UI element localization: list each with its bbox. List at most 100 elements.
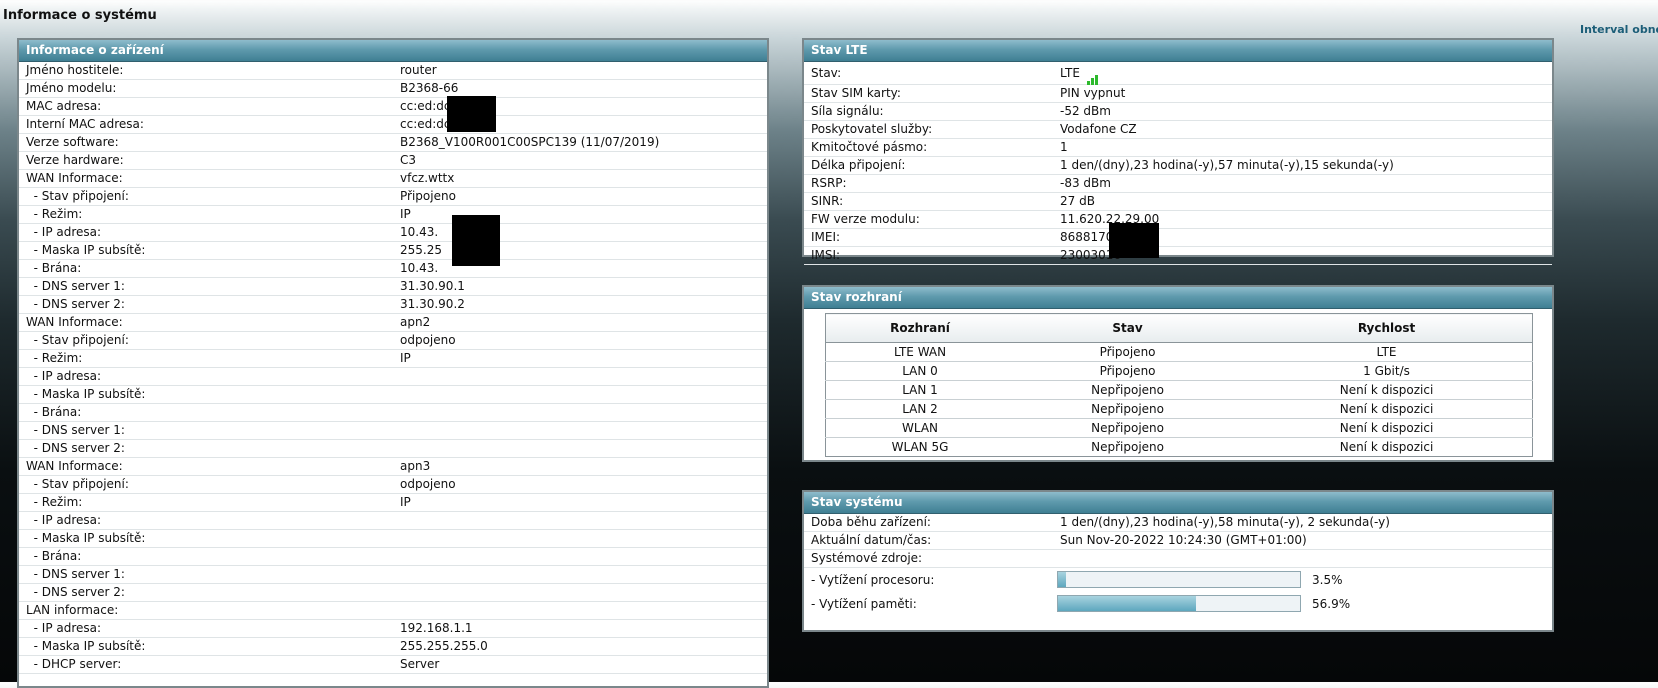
device-info-row: Jméno hostitele: router: [19, 62, 767, 80]
device-info-label: - DNS server 1:: [26, 279, 125, 293]
device-info-value: IP: [400, 351, 411, 365]
lte-status-value: -52 dBm: [1060, 104, 1111, 118]
device-info-row: - IP adresa:: [19, 512, 767, 530]
interface-row: LAN 0 Připojeno 1 Gbit/s: [825, 361, 1533, 381]
device-info-value: apn3: [400, 459, 431, 473]
device-info-label: - Režim:: [26, 351, 83, 365]
device-info-row: - IP adresa: 192.168.1.1: [19, 620, 767, 638]
device-info-label: Interní MAC adresa:: [26, 117, 144, 131]
device-info-row: - DNS server 2:: [19, 440, 767, 458]
device-info-row: Jméno modelu: B2368-66: [19, 80, 767, 98]
device-info-label: Jméno hostitele:: [26, 63, 124, 77]
device-info-label: - Maska IP subsítě:: [26, 639, 146, 653]
system-status-panel: Stav systému Doba běhu zařízení: 1 den/(d…: [802, 490, 1554, 632]
interface-cell: LAN 2: [825, 399, 1015, 419]
lte-status-value: -83 dBm: [1060, 176, 1111, 190]
device-info-row: - IP adresa: 10.43.: [19, 224, 767, 242]
device-info-label: Jméno modelu:: [26, 81, 117, 95]
device-info-row: - DNS server 1:: [19, 566, 767, 584]
device-info-label: MAC adresa:: [26, 99, 102, 113]
column-header-interface: Rozhraní: [825, 313, 1015, 343]
lte-status-label: Kmitočtové pásmo:: [811, 140, 928, 154]
lte-status-value: 27 dB: [1060, 194, 1095, 208]
speed-cell: Není k dispozici: [1241, 418, 1533, 438]
device-info-value: 255.25: [400, 243, 442, 257]
interface-row: LAN 2 Nepřipojeno Není k dispozici: [825, 399, 1533, 419]
device-info-label: - Maska IP subsítě:: [26, 531, 146, 545]
device-info-label: - Režim:: [26, 207, 83, 221]
device-info-label: - Brána:: [26, 549, 82, 563]
device-info-row: - Maska IP subsítě: 255.25: [19, 242, 767, 260]
system-status-header: Stav systému: [804, 492, 1552, 514]
memory-usage-label: - Vytížení paměti:: [811, 597, 917, 611]
lte-status-row: RSRP: -83 dBm: [804, 175, 1552, 193]
device-info-row: - DNS server 2: 31.30.90.2: [19, 296, 767, 314]
cpu-usage-label: - Vytížení procesoru:: [811, 573, 935, 587]
device-info-value: Server: [400, 657, 440, 671]
device-info-row: - DNS server 1:: [19, 422, 767, 440]
device-info-row: - DNS server 1: 31.30.90.1: [19, 278, 767, 296]
device-info-value: B2368-66: [400, 81, 459, 95]
interface-cell: WLAN 5G: [825, 437, 1015, 457]
speed-cell: 1 Gbit/s: [1241, 361, 1533, 381]
column-header-speed: Rychlost: [1241, 313, 1533, 343]
device-info-row: - Brána:: [19, 404, 767, 422]
lte-status-label: IMSI:: [811, 248, 841, 262]
device-info-header: Informace o zařízení: [19, 40, 767, 62]
device-info-label: LAN informace:: [26, 603, 119, 617]
device-info-row: - DNS server 2:: [19, 584, 767, 602]
lte-status-row: SINR: 27 dB: [804, 193, 1552, 211]
lte-status-row: Kmitočtové pásmo: 1: [804, 139, 1552, 157]
device-info-panel: Informace o zařízení Jméno hostitele: rou…: [17, 38, 769, 688]
speed-cell: Není k dispozici: [1241, 399, 1533, 419]
device-info-label: - Režim:: [26, 495, 83, 509]
status-cell: Nepřipojeno: [1014, 399, 1242, 419]
device-info-label: - Brána:: [26, 405, 82, 419]
lte-status-panel: Stav LTE Stav: LTE Stav SIM karty: PIN vypn…: [802, 38, 1554, 265]
interface-table-body: LTE WAN Připojeno LTE LAN 0 Připojeno 1 Gbit/…: [825, 342, 1533, 457]
device-info-label: - Stav připojení:: [26, 189, 129, 203]
system-status-rows: Doba běhu zařízení: 1 den/(dny),23 hodina…: [804, 514, 1552, 568]
device-info-row: - Režim: IP: [19, 350, 767, 368]
device-info-row: WAN Informace: apn2: [19, 314, 767, 332]
device-info-value: IP: [400, 495, 411, 509]
cpu-usage-bar: [1057, 571, 1301, 588]
device-info-value: Připojeno: [400, 189, 456, 203]
interface-row: LTE WAN Připojeno LTE: [825, 342, 1533, 362]
device-info-label: - Brána:: [26, 261, 82, 275]
lte-status-row: FW verze modulu: 11.620.22.29.00: [804, 211, 1552, 229]
redaction-mac: [447, 96, 496, 132]
device-info-row: - Maska IP subsítě: 255.255.255.0: [19, 638, 767, 656]
system-status-row: Doba běhu zařízení: 1 den/(dny),23 hodina…: [804, 514, 1552, 532]
system-status-value: 1 den/(dny),23 hodina(-y),58 minuta(-y),…: [1060, 515, 1390, 529]
interface-cell: LTE WAN: [825, 342, 1015, 362]
interface-status-header: Stav rozhraní: [804, 287, 1552, 309]
interface-status-panel: Stav rozhraní Rozhraní Stav Rychlost LTE…: [802, 285, 1554, 462]
device-info-value: 31.30.90.2: [400, 297, 465, 311]
device-info-label: Verze software:: [26, 135, 119, 149]
device-info-label: - IP adresa:: [26, 369, 102, 383]
lte-status-row: IMSI: 23003016: [804, 247, 1552, 265]
device-info-value: 255.255.255.0: [400, 639, 488, 653]
memory-usage-row: - Vytížení paměti: 56.9%: [804, 592, 1552, 616]
device-info-label: WAN Informace:: [26, 459, 123, 473]
lte-status-value: Vodafone CZ: [1060, 122, 1137, 136]
lte-status-label: FW verze modulu:: [811, 212, 920, 226]
speed-cell: Není k dispozici: [1241, 380, 1533, 400]
refresh-interval-label: Interval obnov: [1580, 23, 1658, 36]
lte-status-header: Stav LTE: [804, 40, 1552, 62]
device-info-value: B2368_V100R001C00SPC139 (11/07/2019): [400, 135, 660, 149]
speed-cell: Není k dispozici: [1241, 437, 1533, 457]
device-info-value: router: [400, 63, 437, 77]
redaction-ip: [452, 215, 500, 266]
device-info-label: - Stav připojení:: [26, 477, 129, 491]
cpu-usage-fill: [1058, 572, 1067, 587]
device-info-label: - DHCP server:: [26, 657, 122, 671]
lte-status-label: SINR:: [811, 194, 844, 208]
device-info-label: - Maska IP subsítě:: [26, 243, 146, 257]
lte-status-rows: Stav: LTE Stav SIM karty: PIN vypnut Síla si…: [804, 62, 1552, 265]
cpu-usage-value: 3.5%: [1312, 573, 1343, 587]
device-info-label: - DNS server 2:: [26, 441, 125, 455]
device-info-value: vfcz.wttx: [400, 171, 455, 185]
device-info-row: - Brána:: [19, 548, 767, 566]
